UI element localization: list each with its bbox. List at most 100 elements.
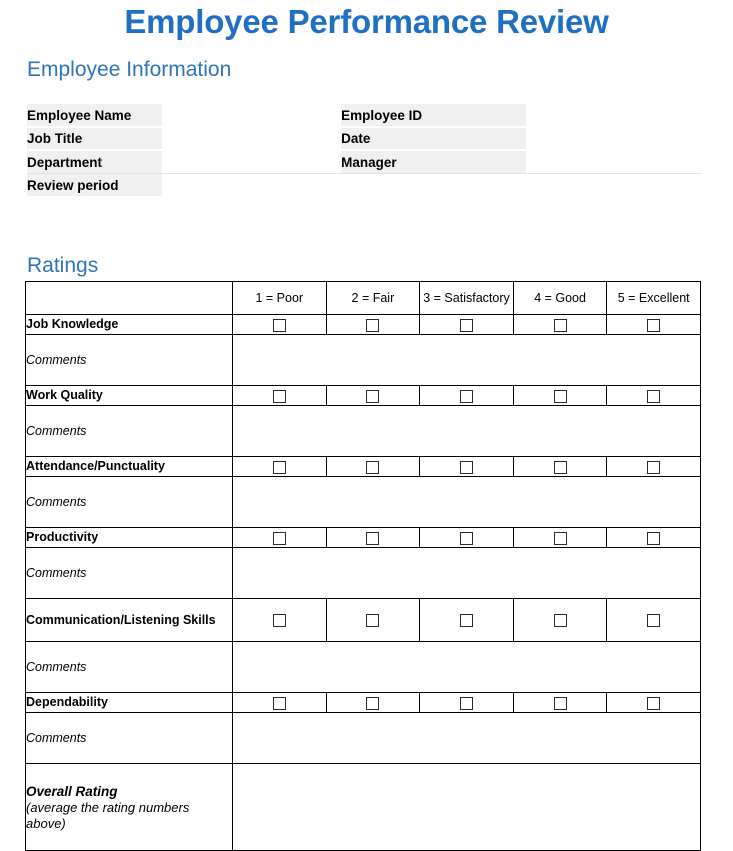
comments-row-dependability: Comments [25, 712, 701, 764]
comments-input-work-quality[interactable] [232, 405, 701, 457]
checkbox-icon[interactable] [553, 389, 567, 403]
criterion-row-productivity: Productivity [25, 527, 701, 548]
field-input-date[interactable] [525, 127, 702, 150]
rating-cell-job-knowledge-3[interactable] [419, 314, 514, 335]
checkbox-icon[interactable] [272, 389, 286, 403]
field-input-employee-name[interactable] [162, 104, 339, 127]
comments-input-attendance-punctuality[interactable] [232, 476, 701, 528]
empty-cell [341, 173, 526, 197]
overall-rating-input[interactable] [232, 763, 701, 851]
rating-cell-productivity-4[interactable] [512, 527, 608, 548]
checkbox-icon[interactable] [553, 614, 567, 628]
comments-input-communication-listening-skills[interactable] [232, 641, 701, 693]
section-heading-ratings: Ratings [27, 254, 99, 277]
rating-cell-job-knowledge-1[interactable] [232, 314, 327, 335]
checkbox-icon[interactable] [272, 696, 286, 710]
checkbox-icon[interactable] [647, 531, 661, 545]
checkbox-icon[interactable] [647, 614, 661, 628]
rating-cell-work-quality-5[interactable] [606, 385, 701, 406]
rating-cell-work-quality-4[interactable] [512, 385, 608, 406]
comments-input-productivity[interactable] [232, 547, 701, 599]
checkbox-icon[interactable] [272, 460, 286, 474]
field-label-date: Date [341, 127, 526, 151]
rating-scale-header-3: 3 = Satisfactory [419, 281, 514, 315]
ratings-header-row: 1 = Poor 2 = Fair 3 = Satisfactory 4 = G… [25, 281, 701, 315]
rating-cell-communication-listening-skills-1[interactable] [232, 598, 327, 642]
field-input-department[interactable] [162, 150, 339, 174]
rating-cell-work-quality-2[interactable] [325, 385, 421, 406]
checkbox-icon[interactable] [366, 460, 380, 474]
checkbox-icon[interactable] [366, 389, 380, 403]
criterion-label-dependability: Dependability [25, 692, 233, 713]
checkbox-icon[interactable] [366, 531, 380, 545]
overall-rating-title: Overall Rating [26, 783, 118, 799]
rating-cell-communication-listening-skills-5[interactable] [606, 598, 701, 642]
rating-cell-communication-listening-skills-3[interactable] [419, 598, 514, 642]
rating-cell-job-knowledge-2[interactable] [325, 314, 421, 335]
checkbox-icon[interactable] [272, 318, 286, 332]
table-row: Department Manager [27, 150, 702, 174]
rating-cell-dependability-3[interactable] [419, 692, 514, 713]
rating-cell-job-knowledge-5[interactable] [606, 314, 701, 335]
comments-input-dependability[interactable] [232, 712, 701, 764]
rating-cell-dependability-5[interactable] [606, 692, 701, 713]
rating-cell-work-quality-3[interactable] [419, 385, 514, 406]
checkbox-icon[interactable] [366, 318, 380, 332]
field-input-employee-id[interactable] [525, 104, 702, 127]
checkbox-icon[interactable] [553, 696, 567, 710]
criterion-label-work-quality: Work Quality [25, 385, 233, 406]
comments-label: Comments [25, 712, 233, 764]
checkbox-icon[interactable] [459, 614, 473, 628]
rating-cell-attendance-punctuality-3[interactable] [419, 456, 514, 477]
field-label-manager: Manager [341, 150, 526, 174]
checkbox-icon[interactable] [366, 696, 380, 710]
employee-information-table: Employee Name Employee ID Job Title Date… [27, 104, 702, 198]
table-row: Job Title Date [27, 127, 702, 151]
comments-row-attendance-punctuality: Comments [25, 476, 701, 528]
criterion-row-attendance-punctuality: Attendance/Punctuality [25, 456, 701, 477]
checkbox-icon[interactable] [553, 460, 567, 474]
checkbox-icon[interactable] [272, 531, 286, 545]
rating-scale-header-2: 2 = Fair [325, 281, 421, 315]
rating-cell-productivity-5[interactable] [606, 527, 701, 548]
comments-label: Comments [25, 334, 233, 386]
checkbox-icon[interactable] [459, 389, 473, 403]
checkbox-icon[interactable] [647, 389, 661, 403]
criterion-row-job-knowledge: Job Knowledge [25, 314, 701, 335]
checkbox-icon[interactable] [647, 318, 661, 332]
rating-cell-productivity-3[interactable] [419, 527, 514, 548]
checkbox-icon[interactable] [459, 460, 473, 474]
checkbox-icon[interactable] [459, 318, 473, 332]
checkbox-icon[interactable] [272, 614, 286, 628]
comments-input-job-knowledge[interactable] [232, 334, 701, 386]
table-row: Employee Name Employee ID [27, 104, 702, 128]
field-input-job-title[interactable] [162, 127, 339, 150]
rating-cell-attendance-punctuality-5[interactable] [606, 456, 701, 477]
checkbox-icon[interactable] [553, 531, 567, 545]
checkbox-icon[interactable] [647, 460, 661, 474]
field-label-review-period: Review period [27, 173, 163, 198]
criterion-row-communication-listening-skills: Communication/Listening Skills [25, 598, 701, 642]
rating-cell-dependability-2[interactable] [325, 692, 421, 713]
checkbox-icon[interactable] [459, 531, 473, 545]
checkbox-icon[interactable] [647, 696, 661, 710]
rating-cell-attendance-punctuality-2[interactable] [325, 456, 421, 477]
field-input-manager[interactable] [525, 150, 702, 174]
rating-cell-communication-listening-skills-2[interactable] [325, 598, 421, 642]
checkbox-icon[interactable] [366, 614, 380, 628]
rating-cell-attendance-punctuality-4[interactable] [512, 456, 608, 477]
comments-row-communication-listening-skills: Comments [25, 641, 701, 693]
rating-cell-attendance-punctuality-1[interactable] [232, 456, 327, 477]
ratings-table: 1 = Poor 2 = Fair 3 = Satisfactory 4 = G… [25, 281, 701, 851]
ratings-header-blank-cell [25, 281, 233, 315]
rating-cell-communication-listening-skills-4[interactable] [512, 598, 608, 642]
field-input-review-period[interactable] [162, 173, 339, 197]
rating-cell-work-quality-1[interactable] [232, 385, 327, 406]
rating-cell-productivity-1[interactable] [232, 527, 327, 548]
rating-cell-dependability-1[interactable] [232, 692, 327, 713]
rating-cell-dependability-4[interactable] [512, 692, 608, 713]
checkbox-icon[interactable] [459, 696, 473, 710]
rating-cell-productivity-2[interactable] [325, 527, 421, 548]
rating-cell-job-knowledge-4[interactable] [512, 314, 608, 335]
checkbox-icon[interactable] [553, 318, 567, 332]
